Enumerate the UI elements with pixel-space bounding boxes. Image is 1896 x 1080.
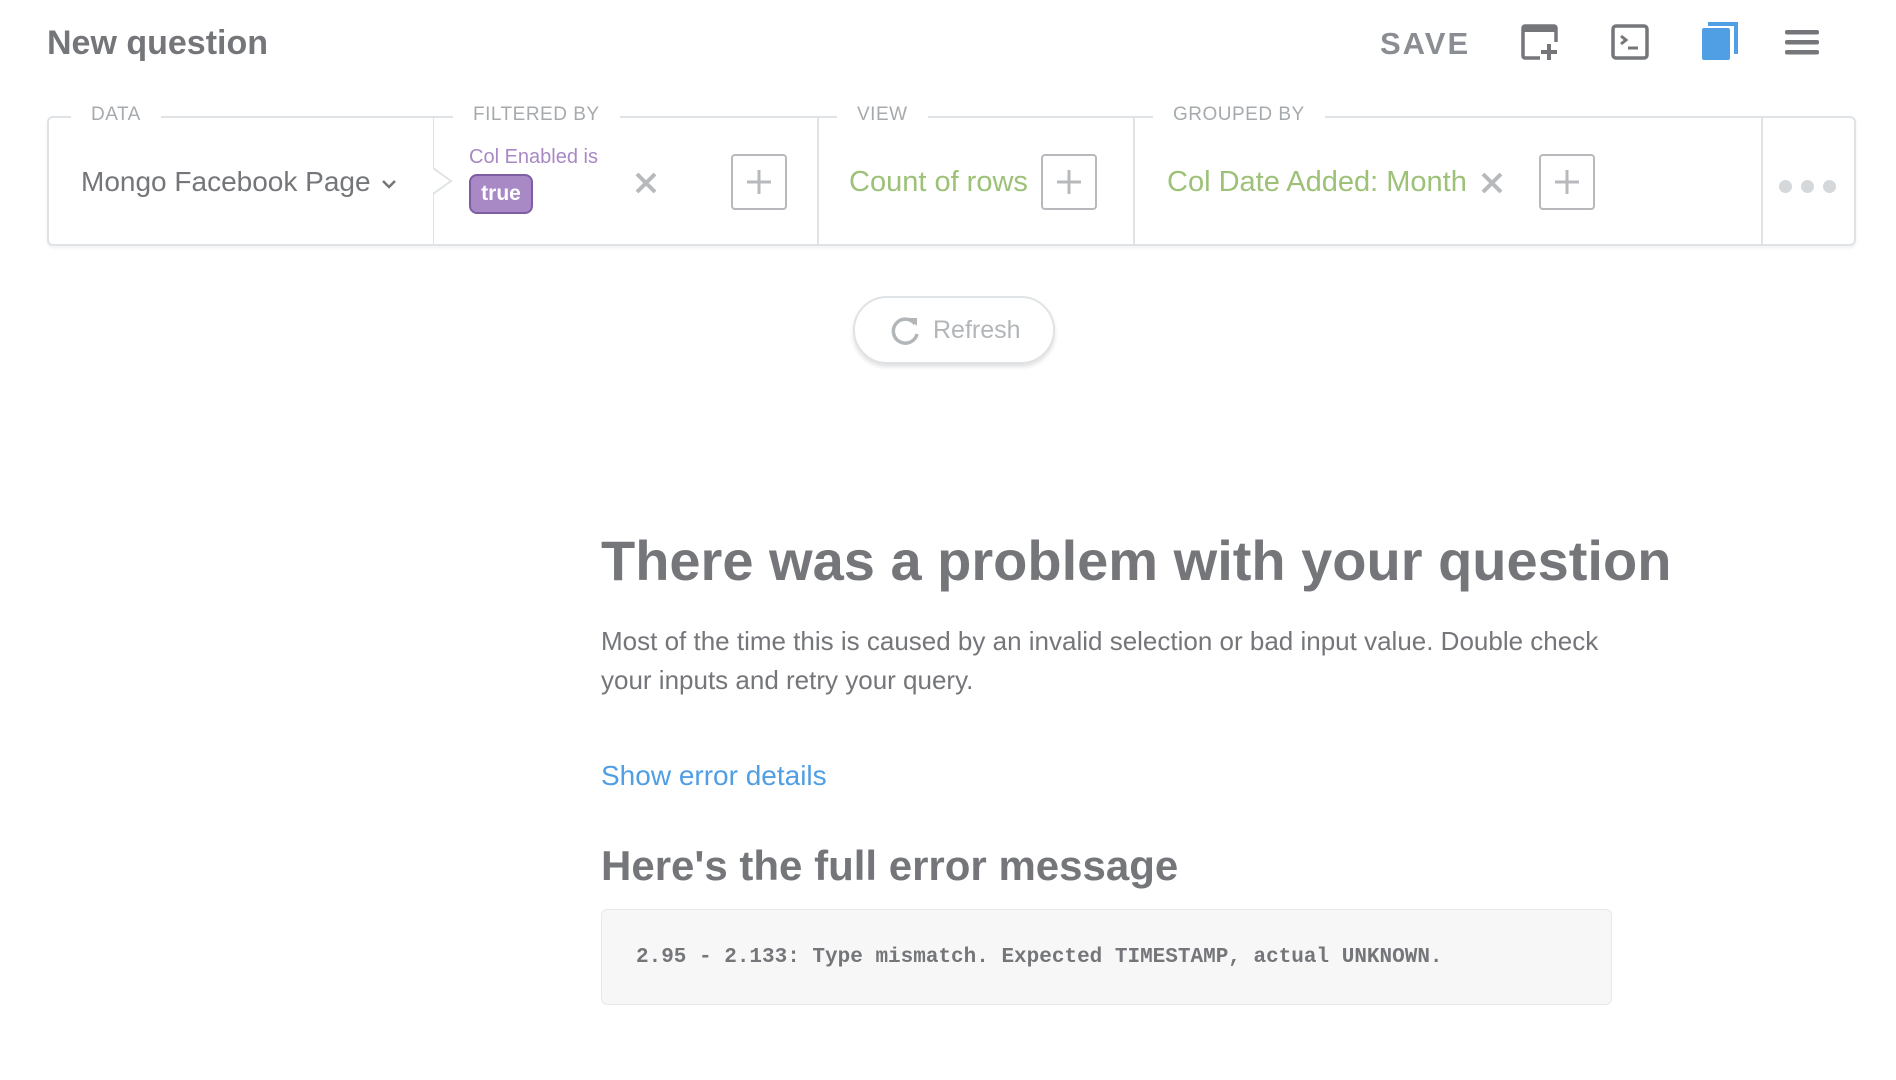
- sql-editor-icon[interactable]: [1610, 22, 1650, 62]
- filter-section: FILTERED BY Col Enabled is true: [433, 104, 817, 244]
- add-breakout-button[interactable]: [1539, 154, 1595, 210]
- error-description: Most of the time this is caused by an in…: [601, 626, 1599, 695]
- group-label: GROUPED BY: [1153, 104, 1325, 126]
- data-section: DATA Mongo Facebook Page: [49, 104, 433, 244]
- plus-icon: [1555, 170, 1579, 194]
- error-message-text: 2.95 - 2.133: Type mismatch. Expected TI…: [636, 946, 1443, 969]
- error-message-box: 2.95 - 2.133: Type mismatch. Expected TI…: [601, 909, 1612, 1005]
- add-aggregation-button[interactable]: [1041, 154, 1097, 210]
- add-to-dashboard-icon[interactable]: [1520, 22, 1560, 62]
- view-section: VIEW Count of rows: [817, 104, 1133, 244]
- save-button[interactable]: SAVE: [1380, 26, 1470, 62]
- data-source-selector[interactable]: Mongo Facebook Page: [81, 166, 371, 198]
- remove-breakout-icon[interactable]: [1479, 170, 1505, 196]
- menu-icon[interactable]: [1782, 22, 1822, 62]
- remove-filter-icon[interactable]: [633, 170, 659, 196]
- add-filter-button[interactable]: [731, 154, 787, 210]
- filter-value-pill[interactable]: true: [469, 174, 533, 214]
- section-divider: [1761, 118, 1763, 244]
- reference-book-icon[interactable]: [1699, 22, 1739, 62]
- full-error-heading: Here's the full error message: [601, 842, 1179, 889]
- refresh-button[interactable]: Refresh: [853, 296, 1055, 364]
- chevron-down-icon[interactable]: [379, 174, 399, 194]
- query-builder: DATA Mongo Facebook Page FILTERED BY Col…: [47, 104, 1856, 246]
- aggregation-selector[interactable]: Count of rows: [849, 166, 1028, 199]
- breakout-selector[interactable]: Col Date Added: Month: [1167, 166, 1467, 199]
- page-title: New question: [47, 24, 269, 62]
- more-options-icon[interactable]: [1779, 180, 1839, 194]
- data-label: DATA: [71, 104, 161, 126]
- show-error-details-link[interactable]: Show error details: [601, 760, 827, 792]
- refresh-icon: [891, 317, 919, 345]
- plus-icon: [1057, 170, 1081, 194]
- filter-label: FILTERED BY: [453, 104, 620, 126]
- plus-icon: [747, 170, 771, 194]
- header-bar: New question SAVE: [0, 0, 1896, 88]
- error-title: There was a problem with your question: [601, 529, 1672, 592]
- refresh-label: Refresh: [933, 316, 1021, 344]
- group-section: GROUPED BY Col Date Added: Month: [1133, 104, 1761, 244]
- view-label: VIEW: [837, 104, 928, 126]
- filter-field-label[interactable]: Col Enabled is: [469, 146, 598, 169]
